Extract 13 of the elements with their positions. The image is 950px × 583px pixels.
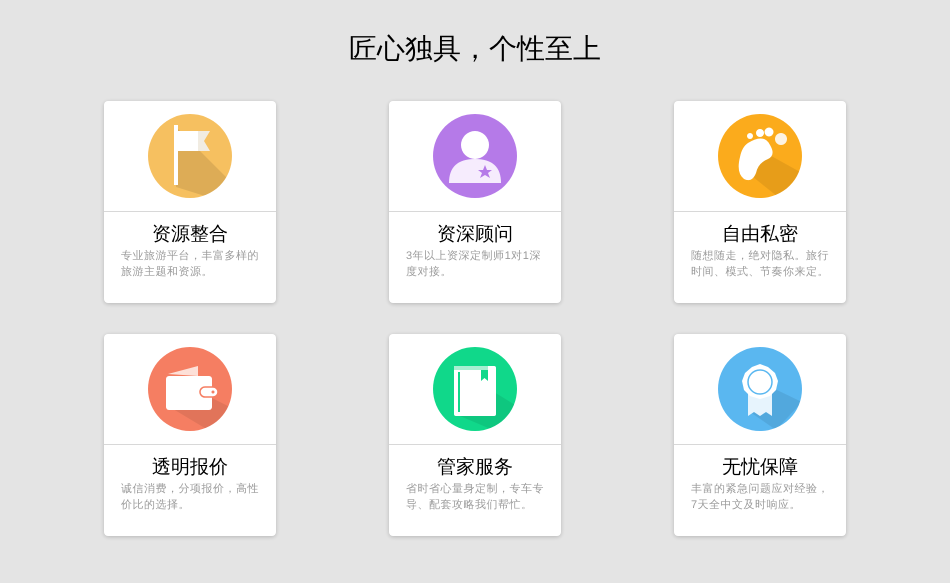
card-title: 资源整合: [151, 223, 229, 247]
card-title: 资深顾问: [436, 223, 514, 247]
card-title: 自由私密: [721, 223, 799, 247]
card-title: 透明报价: [151, 456, 229, 480]
card-description: 专业旅游平台，丰富多样的旅游主题和资源。: [120, 248, 260, 280]
card-description: 3年以上资深定制师1对1深度对接。: [405, 248, 542, 280]
card-description: 随想随走，绝对隐私。旅行时间、模式、节奏你来定。: [690, 248, 830, 280]
card-description: 诚信消费，分项报价，高性价比的选择。: [120, 482, 260, 513]
page-heading: 匠心独具，个性至上: [349, 32, 601, 66]
card-title: 管家服务: [436, 456, 514, 480]
card-description: 丰富的紧急问题应对经验，7天全中文及时响应。: [690, 482, 830, 513]
card-description: 省时省心量身定制，专车专导、配套攻略我们帮忙。: [405, 482, 545, 513]
card-title: 无忧保障: [721, 456, 799, 480]
